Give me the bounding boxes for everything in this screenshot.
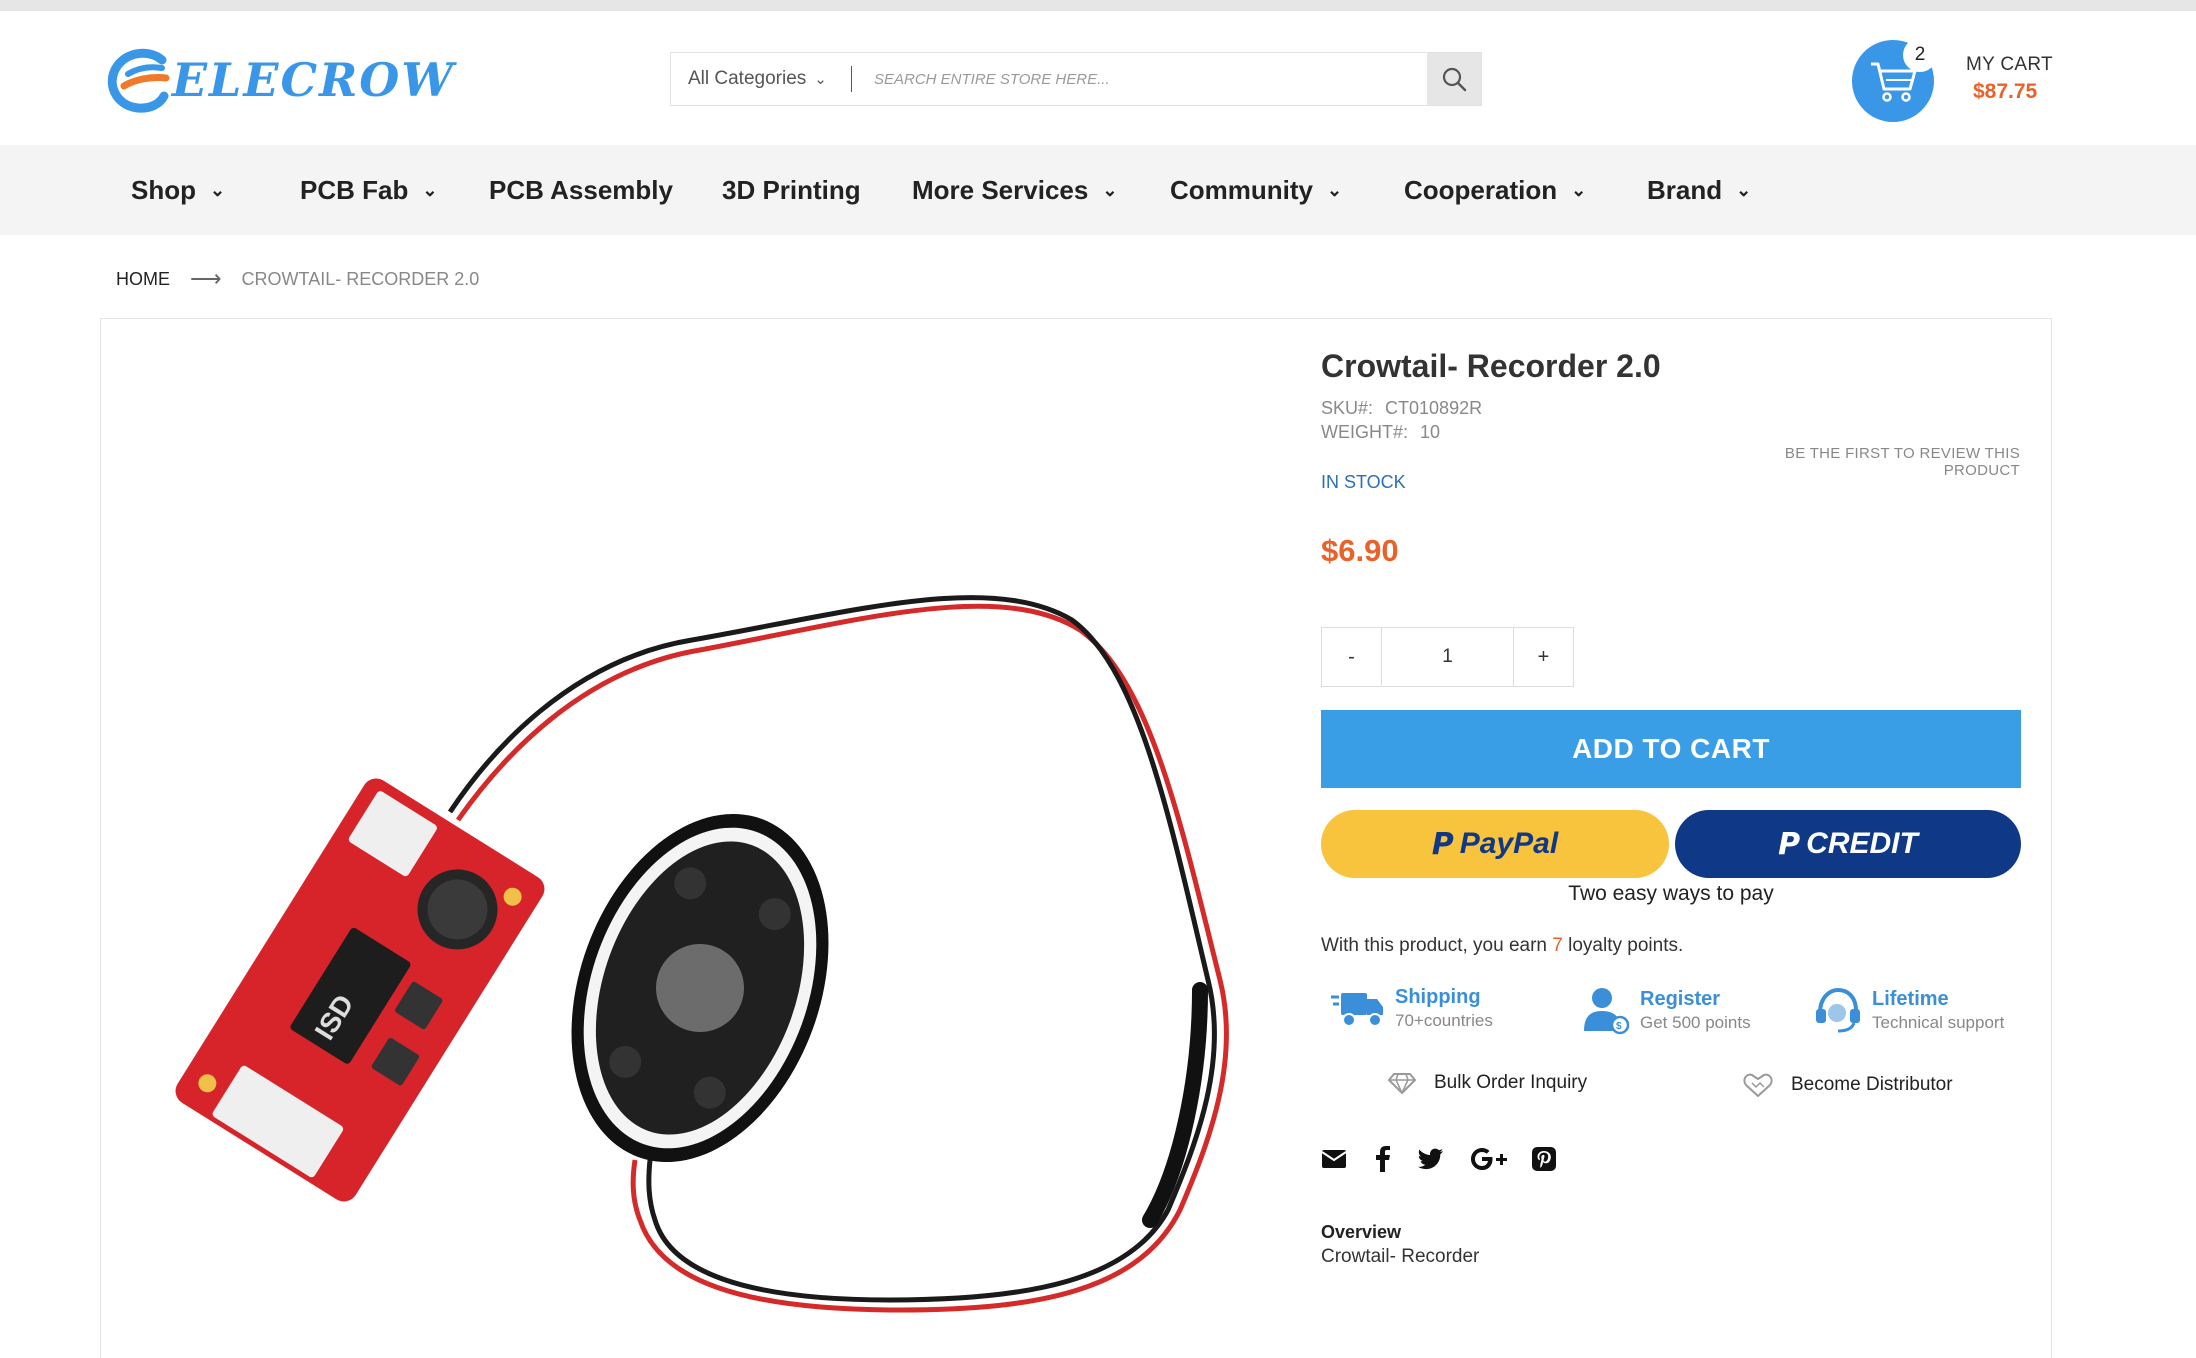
main-nav: Shop ⌄ PCB Fab ⌄ PCB Assembly 3D Printin…	[0, 145, 2196, 235]
nav-item-label: PCB Fab	[300, 174, 409, 205]
svg-text:$: $	[1616, 1021, 1622, 1032]
qty-input[interactable]: 1	[1381, 628, 1514, 686]
feature-title: Register	[1640, 987, 1721, 1010]
search-input[interactable]	[852, 53, 1427, 105]
diamond-icon	[1388, 1073, 1416, 1094]
feature-lifetime[interactable]: Lifetime Technical support	[1812, 985, 2004, 1035]
pay-note: Two easy ways to pay	[1568, 882, 1774, 905]
elecrow-logo[interactable]: ELECROW	[104, 46, 455, 114]
first-review-link[interactable]: BE THE FIRST TO REVIEW THIS PRODUCT	[1720, 445, 2020, 479]
paypal-button[interactable]: P PayPal	[1321, 810, 1669, 878]
nav-item-pcb-assembly[interactable]: PCB Assembly	[489, 145, 673, 235]
product-weight: WEIGHT#: 10	[1321, 422, 1440, 443]
product-sku: SKU#: CT010892R	[1321, 398, 1482, 419]
overview-heading: Overview	[1321, 1222, 1402, 1242]
paypal-icon: P	[1778, 826, 1801, 862]
facebook-icon	[1376, 1146, 1390, 1172]
feature-subtitle: 70+countries	[1395, 1010, 1493, 1030]
feature-shipping[interactable]: Shipping 70+countries	[1329, 985, 1493, 1031]
twitter-icon	[1418, 1148, 1443, 1170]
arrow-right-icon: ⟶	[190, 266, 222, 291]
qty-increase-button[interactable]: +	[1514, 628, 1573, 686]
nav-item-label: Brand	[1647, 174, 1723, 205]
chevron-down-icon: ⌄	[210, 179, 226, 200]
cart-total: $87.75	[1973, 80, 2038, 103]
distributor-label: Become Distributor	[1791, 1074, 1953, 1095]
product-title: Crowtail- Recorder 2.0	[1321, 348, 1661, 384]
nav-item-label: Community	[1170, 174, 1313, 205]
chevron-down-icon: ⌄	[1571, 179, 1587, 200]
sku-label: SKU#:	[1321, 398, 1374, 418]
nav-item-cooperation[interactable]: Cooperation ⌄	[1404, 145, 1586, 235]
product-image[interactable]: ISD	[140, 520, 1260, 1340]
stock-status: IN STOCK	[1321, 472, 1406, 492]
search-button[interactable]	[1427, 53, 1481, 105]
handshake-icon	[1743, 1073, 1773, 1097]
logo-swirl-icon	[107, 48, 170, 113]
nav-item-label: Shop	[131, 174, 196, 205]
loyalty-pre: With this product, you earn	[1321, 935, 1553, 956]
nav-item-brand[interactable]: Brand ⌄	[1647, 145, 1751, 235]
loyalty-note: With this product, you earn 7 loyalty po…	[1321, 935, 1683, 957]
loyalty-post: loyalty points.	[1562, 935, 1684, 956]
search-icon	[1442, 67, 1467, 92]
feature-subtitle: Technical support	[1872, 1012, 2005, 1032]
truck-icon	[1331, 993, 1383, 1027]
chevron-down-icon: ⌄	[422, 179, 438, 200]
nav-item-pcb-fab[interactable]: PCB Fab ⌄	[300, 145, 437, 235]
chevron-down-icon: ⌄	[814, 71, 827, 88]
breadcrumb-current: CROWTAIL- RECORDER 2.0	[241, 268, 480, 289]
feature-subtitle: Get 500 points	[1640, 1012, 1751, 1032]
feature-register[interactable]: $ Register Get 500 points	[1580, 985, 1751, 1035]
feature-title: Lifetime	[1872, 987, 1949, 1010]
category-select-label: All Categories	[688, 68, 807, 89]
weight-value: 10	[1420, 422, 1441, 442]
become-distributor-link[interactable]: Become Distributor	[1743, 1072, 1953, 1098]
overview-text: Crowtail- Recorder	[1321, 1246, 1480, 1267]
search-bar: All Categories ⌄	[670, 52, 1482, 106]
cart-label[interactable]: MY CART	[1966, 54, 2053, 76]
facebook-share-button[interactable]	[1368, 1144, 1398, 1174]
envelope-icon	[1321, 1150, 1347, 1168]
user-icon: $	[1584, 988, 1630, 1035]
nav-item-3d-printing[interactable]: 3D Printing	[722, 145, 861, 235]
cart-count-badge: 2	[1903, 38, 1937, 72]
loyalty-points: 7	[1552, 935, 1563, 956]
nav-item-label: Cooperation	[1404, 174, 1558, 205]
paypal-label: PayPal	[1459, 827, 1559, 860]
google-plus-icon	[1471, 1148, 1507, 1170]
chevron-down-icon: ⌄	[1102, 179, 1118, 200]
breadcrumb: HOME ⟶ CROWTAIL- RECORDER 2.0	[116, 266, 479, 292]
chevron-down-icon: ⌄	[1736, 179, 1752, 200]
feature-title: Shipping	[1395, 985, 1481, 1008]
headset-icon	[1816, 987, 1860, 1033]
weight-label: WEIGHT#:	[1321, 422, 1409, 442]
quantity-stepper: - 1 +	[1321, 627, 1574, 687]
bulk-order-label: Bulk Order Inquiry	[1434, 1072, 1588, 1093]
paypal-icon: P	[1431, 826, 1454, 862]
nav-item-more-services[interactable]: More Services ⌄	[912, 145, 1117, 235]
breadcrumb-home[interactable]: HOME	[116, 269, 170, 290]
top-strip	[0, 0, 2196, 11]
chevron-down-icon: ⌄	[1327, 179, 1343, 200]
qty-decrease-button[interactable]: -	[1322, 628, 1381, 686]
nav-item-label: 3D Printing	[722, 174, 861, 205]
bulk-order-link[interactable]: Bulk Order Inquiry	[1388, 1072, 1587, 1094]
nav-item-community[interactable]: Community ⌄	[1170, 145, 1342, 235]
google-plus-share-button[interactable]	[1470, 1144, 1508, 1174]
sku-value: CT010892R	[1385, 398, 1483, 418]
category-select[interactable]: All Categories ⌄	[671, 53, 851, 105]
credit-label: CREDIT	[1806, 827, 1918, 860]
paypal-credit-button[interactable]: P CREDIT	[1675, 810, 2021, 878]
add-to-cart-button[interactable]: ADD TO CART	[1321, 710, 2021, 788]
nav-item-label: More Services	[912, 174, 1089, 205]
logo-text: ELECROW	[172, 53, 456, 107]
email-share-button[interactable]	[1319, 1144, 1349, 1174]
product-price: $6.90	[1321, 533, 1399, 568]
twitter-share-button[interactable]	[1416, 1144, 1446, 1174]
nav-item-shop[interactable]: Shop ⌄	[131, 145, 225, 235]
nav-item-label: PCB Assembly	[489, 174, 673, 205]
pinterest-icon	[1532, 1147, 1556, 1171]
pinterest-share-button[interactable]	[1529, 1144, 1559, 1174]
